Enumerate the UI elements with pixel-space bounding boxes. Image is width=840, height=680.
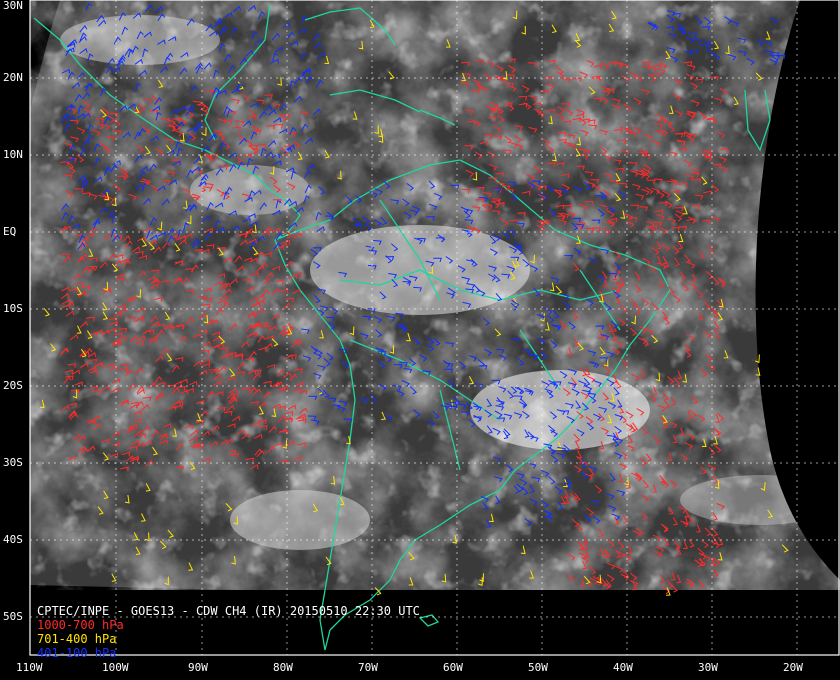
lon-label: 20W (783, 661, 803, 674)
lat-label: 20S (3, 379, 23, 392)
legend-high-level: 401-100 hPa (37, 646, 117, 660)
lat-label: 50S (3, 610, 23, 623)
lat-label: 30N (3, 0, 23, 12)
lon-label: 100W (102, 661, 129, 674)
lat-label: 10N (3, 148, 23, 161)
lat-label: 20N (3, 71, 23, 84)
lon-label: 70W (358, 661, 378, 674)
map-title: CPTEC/INPE - GOES13 - CDW CH4 (IR) 20150… (37, 604, 420, 618)
legend-low-level: 1000-700 hPa (37, 618, 124, 632)
legend-mid-level: 701-400 hPa (37, 632, 117, 646)
satellite-wind-map: 30N 20N 10N EQ 10S 20S 30S 40S 50S 110W 100W 90W 80… (0, 0, 840, 680)
satellite-image (29, 0, 840, 656)
lon-label: 30W (698, 661, 718, 674)
lat-label: 30S (3, 456, 23, 469)
lon-label: 80W (273, 661, 293, 674)
lon-label: 90W (188, 661, 208, 674)
lon-label: 110W (16, 661, 43, 674)
lon-label: 50W (528, 661, 548, 674)
lat-label: 40S (3, 533, 23, 546)
lon-label: 40W (613, 661, 633, 674)
lat-label: EQ (3, 225, 17, 238)
lat-label: 10S (3, 302, 23, 315)
lon-label: 60W (443, 661, 463, 674)
